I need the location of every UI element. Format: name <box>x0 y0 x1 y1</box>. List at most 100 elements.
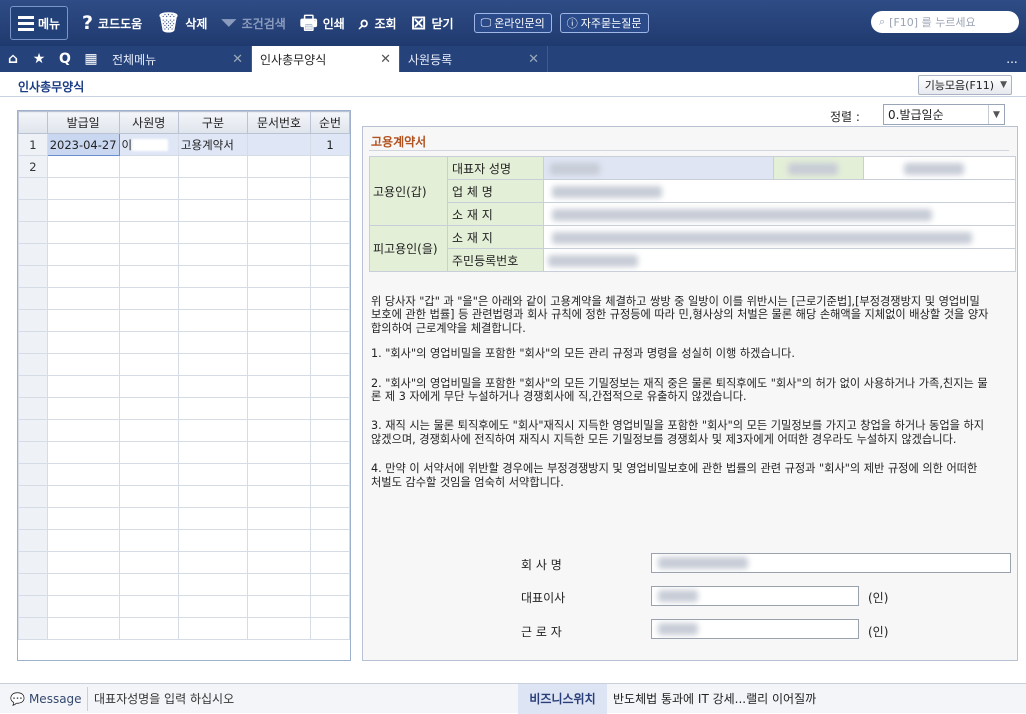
code-help-button[interactable]: ? 코드도움 <box>82 6 142 40</box>
grid-cell[interactable] <box>247 265 312 288</box>
grid-cell[interactable] <box>177 177 249 200</box>
grid-cell[interactable] <box>310 617 350 640</box>
grid-cell[interactable] <box>310 243 350 266</box>
grid-cell[interactable] <box>177 243 249 266</box>
chevron-down-icon[interactable]: ▼ <box>988 105 1004 124</box>
table-row[interactable] <box>18 221 350 244</box>
tab-more-button[interactable]: ... <box>998 46 1026 72</box>
table-row[interactable] <box>18 397 350 420</box>
grid-cell[interactable] <box>118 309 179 332</box>
doc-number-cell[interactable] <box>247 155 312 178</box>
grid-cell[interactable] <box>177 309 249 332</box>
grid-cell[interactable] <box>247 221 312 244</box>
grid-cell[interactable] <box>310 287 350 310</box>
faq-button[interactable]: ⓘ 자주묻는질문 <box>559 13 649 33</box>
employee-address-field[interactable] <box>543 225 1016 249</box>
column-header[interactable]: 사원명 <box>118 111 179 134</box>
table-row[interactable] <box>18 375 350 398</box>
grid-cell[interactable] <box>118 353 179 376</box>
grid-cell[interactable] <box>310 507 350 530</box>
doc-number-cell[interactable] <box>247 133 312 156</box>
grid-cell[interactable] <box>247 375 312 398</box>
grid-cell[interactable] <box>46 551 120 574</box>
grid-cell[interactable] <box>118 287 179 310</box>
grid-cell[interactable] <box>247 463 312 486</box>
grid-cell[interactable] <box>177 419 249 442</box>
table-row[interactable] <box>18 265 350 288</box>
delete-button[interactable]: 🗑 삭제 <box>156 6 207 40</box>
grid-cell[interactable] <box>118 529 179 552</box>
grid-cell[interactable] <box>177 441 249 464</box>
tab-employee-registration[interactable]: 사원등록 ✕ <box>400 46 548 72</box>
grid-cell[interactable] <box>310 573 350 596</box>
table-row[interactable] <box>18 331 350 354</box>
grid-cell[interactable] <box>46 199 120 222</box>
close-icon[interactable]: ✕ <box>232 52 243 67</box>
table-row[interactable]: 1 2023-04-27 이 고용계약서 1 <box>18 133 350 156</box>
print-button[interactable]: 🖶 인쇄 <box>300 6 345 40</box>
grid-cell[interactable] <box>247 419 312 442</box>
grid-cell[interactable] <box>247 441 312 464</box>
grid-cell[interactable] <box>310 441 350 464</box>
function-collection-dropdown[interactable]: 기능모음(F11) ▼ <box>917 75 1012 95</box>
grid-cell[interactable] <box>118 397 179 420</box>
grid-cell[interactable] <box>177 551 249 574</box>
grid-cell[interactable] <box>177 287 249 310</box>
close-window-button[interactable]: ⊠ 닫기 <box>411 6 454 40</box>
close-icon[interactable]: ✕ <box>528 52 539 67</box>
grid-cell[interactable] <box>247 243 312 266</box>
grid-cell[interactable] <box>310 551 350 574</box>
grid-cell[interactable] <box>118 441 179 464</box>
rep-name-field[interactable] <box>543 156 774 180</box>
grid-cell[interactable] <box>46 397 120 420</box>
table-row[interactable] <box>18 243 350 266</box>
grid-cell[interactable] <box>46 375 120 398</box>
table-row[interactable] <box>18 199 350 222</box>
grid-cell[interactable] <box>118 375 179 398</box>
tab-hr-forms[interactable]: 인사총무양식 ✕ <box>252 46 400 72</box>
condition-search-button[interactable]: ⏷ 조건검색 <box>221 6 285 40</box>
news-headline[interactable]: 반도체법 통과에 IT 강세...랠리 이어질까 <box>607 690 816 707</box>
grid-cell[interactable] <box>310 397 350 420</box>
grid-cell[interactable] <box>46 463 120 486</box>
grid-cell[interactable] <box>118 331 179 354</box>
tab-all-menu[interactable]: 전체메뉴 ✕ <box>104 46 252 72</box>
grid-cell[interactable] <box>46 529 120 552</box>
grid-cell[interactable] <box>310 353 350 376</box>
grid-cell[interactable] <box>46 265 120 288</box>
sig-ceo-input[interactable] <box>651 586 859 606</box>
grid-cell[interactable] <box>247 353 312 376</box>
grid-cell[interactable] <box>177 265 249 288</box>
sequence-cell[interactable]: 1 <box>310 133 350 156</box>
grid-cell[interactable] <box>46 221 120 244</box>
menu-button[interactable]: 메뉴 <box>10 6 68 40</box>
grid-cell[interactable] <box>118 419 179 442</box>
grid-cell[interactable] <box>177 221 249 244</box>
grid-cell[interactable] <box>118 595 179 618</box>
grid-cell[interactable] <box>247 551 312 574</box>
table-row[interactable] <box>18 287 350 310</box>
sequence-cell[interactable] <box>310 155 350 178</box>
employer-address-field[interactable] <box>543 202 1016 226</box>
grid-cell[interactable] <box>46 617 120 640</box>
grid-cell[interactable] <box>46 485 120 508</box>
sig-worker-input[interactable] <box>651 619 859 639</box>
table-row[interactable] <box>18 419 350 442</box>
grid-cell[interactable] <box>46 507 120 530</box>
grid-cell[interactable] <box>177 595 249 618</box>
grid-cell[interactable] <box>177 199 249 222</box>
grid-cell[interactable] <box>118 221 179 244</box>
grid-cell[interactable] <box>46 419 120 442</box>
grid-cell[interactable] <box>177 353 249 376</box>
type-cell[interactable] <box>177 155 249 178</box>
table-row[interactable] <box>18 353 350 376</box>
grid-cell[interactable] <box>118 617 179 640</box>
grid-cell[interactable] <box>177 573 249 596</box>
global-search-input[interactable]: ⌕ [F10] 를 누르세요 <box>871 11 1019 33</box>
grid-cell[interactable] <box>310 463 350 486</box>
grid-cell[interactable] <box>310 331 350 354</box>
grid-cell[interactable] <box>247 573 312 596</box>
grid-cell[interactable] <box>310 419 350 442</box>
employee-name-cell[interactable]: 이 <box>118 133 179 156</box>
table-row[interactable] <box>18 485 350 508</box>
